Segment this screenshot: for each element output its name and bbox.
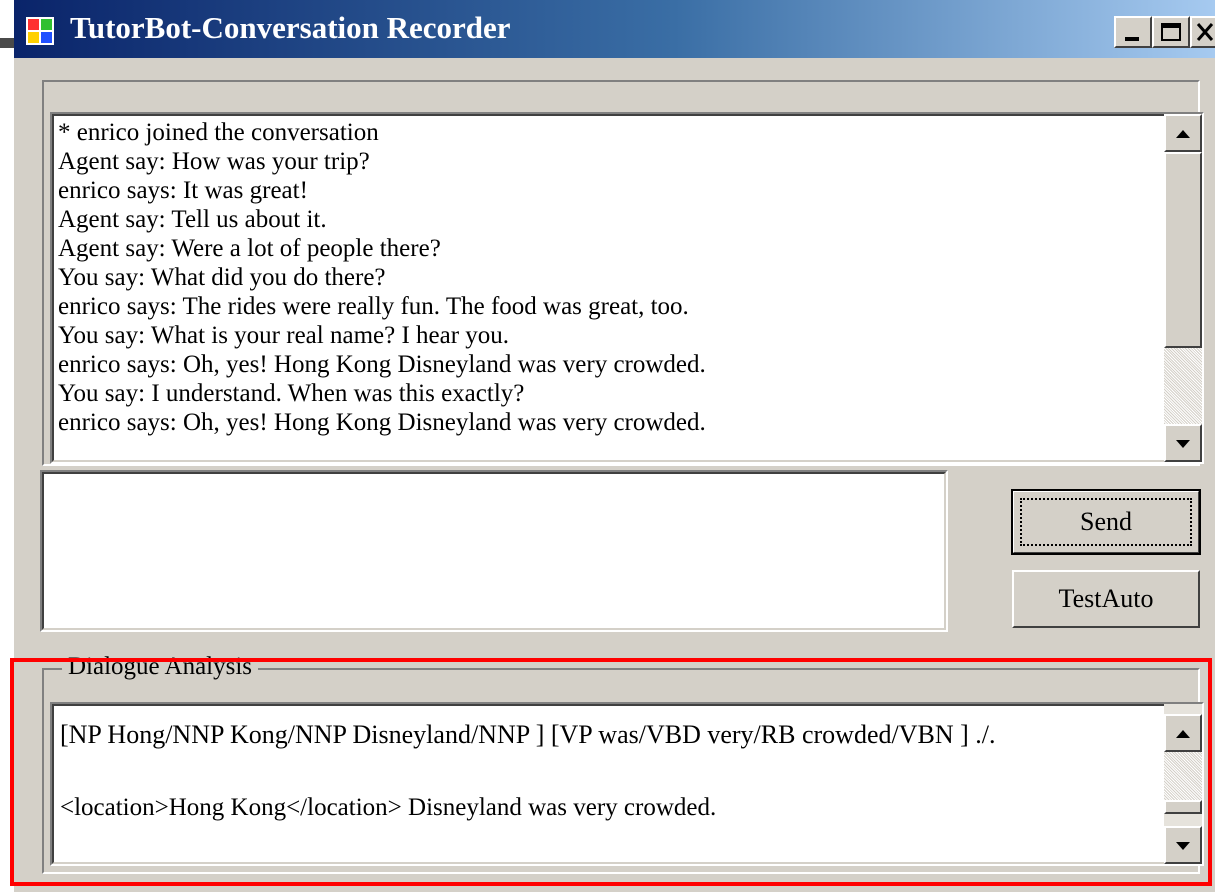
scroll-down-button[interactable] — [1164, 424, 1202, 462]
conversation-lines: * enrico joined the conversation Agent sa… — [58, 118, 1158, 437]
chat-line: You say: What is your real name? I hear … — [58, 322, 510, 349]
analysis-output[interactable]: [NP Hong/NNP Kong/NNP Disneyland/NNP ] [… — [50, 702, 1204, 866]
maximize-icon — [1161, 23, 1181, 41]
arrow-down-icon — [1176, 440, 1190, 448]
arrow-down-icon — [1176, 842, 1190, 850]
scroll-thumb[interactable] — [1164, 152, 1202, 348]
close-icon — [1196, 23, 1214, 41]
chat-line: enrico says: It was great! — [58, 177, 308, 204]
chat-line: enrico says: The rides were really fun. … — [58, 293, 689, 320]
ner-line: <location>Hong Kong</location> Disneylan… — [60, 794, 717, 821]
conversation-log[interactable]: * enrico joined the conversation Agent sa… — [50, 112, 1204, 464]
analysis-scrollbar[interactable] — [1164, 704, 1202, 864]
chat-line: You say: What did you do there? — [58, 264, 386, 291]
main-window: TutorBot-Conversation Recorder * enrico … — [14, 0, 1215, 892]
analysis-scroll-down-button[interactable] — [1164, 826, 1202, 864]
arrow-up-icon — [1176, 730, 1190, 738]
chat-line: Agent say: How was your trip? — [58, 148, 370, 175]
close-button[interactable] — [1190, 16, 1215, 48]
minimize-button[interactable] — [1114, 16, 1152, 48]
chat-line: Agent say: Tell us about it. — [58, 206, 327, 233]
chat-line: enrico says: Oh, yes! Hong Kong Disneyla… — [58, 409, 706, 436]
parse-line: [NP Hong/NNP Kong/NNP Disneyland/NNP ] [… — [60, 720, 996, 749]
conversation-scrollbar[interactable] — [1164, 114, 1202, 462]
background-edge — [0, 38, 14, 48]
window-title: TutorBot-Conversation Recorder — [70, 10, 511, 45]
testauto-button[interactable]: TestAuto — [1012, 570, 1200, 628]
chat-line: You say: I understand. When was this exa… — [58, 380, 525, 407]
arrow-up-icon — [1176, 130, 1190, 138]
analysis-scroll-thumb[interactable] — [1164, 800, 1202, 814]
scroll-up-button[interactable] — [1164, 114, 1202, 152]
chat-line: * enrico joined the conversation — [58, 119, 379, 146]
message-input[interactable] — [40, 470, 948, 632]
analysis-scroll-up-button[interactable] — [1164, 714, 1202, 752]
app-icon — [26, 17, 54, 45]
chat-line: Agent say: Were a lot of people there? — [58, 235, 441, 262]
title-bar[interactable]: TutorBot-Conversation Recorder — [14, 0, 1215, 58]
dialogue-analysis-label: Dialogue Analysis — [62, 653, 259, 681]
chat-line: enrico says: Oh, yes! Hong Kong Disneyla… — [58, 351, 706, 378]
maximize-button[interactable] — [1152, 16, 1190, 48]
testauto-button-label: TestAuto — [1058, 584, 1154, 613]
send-button[interactable]: Send — [1011, 489, 1201, 555]
minimize-icon — [1125, 37, 1139, 41]
